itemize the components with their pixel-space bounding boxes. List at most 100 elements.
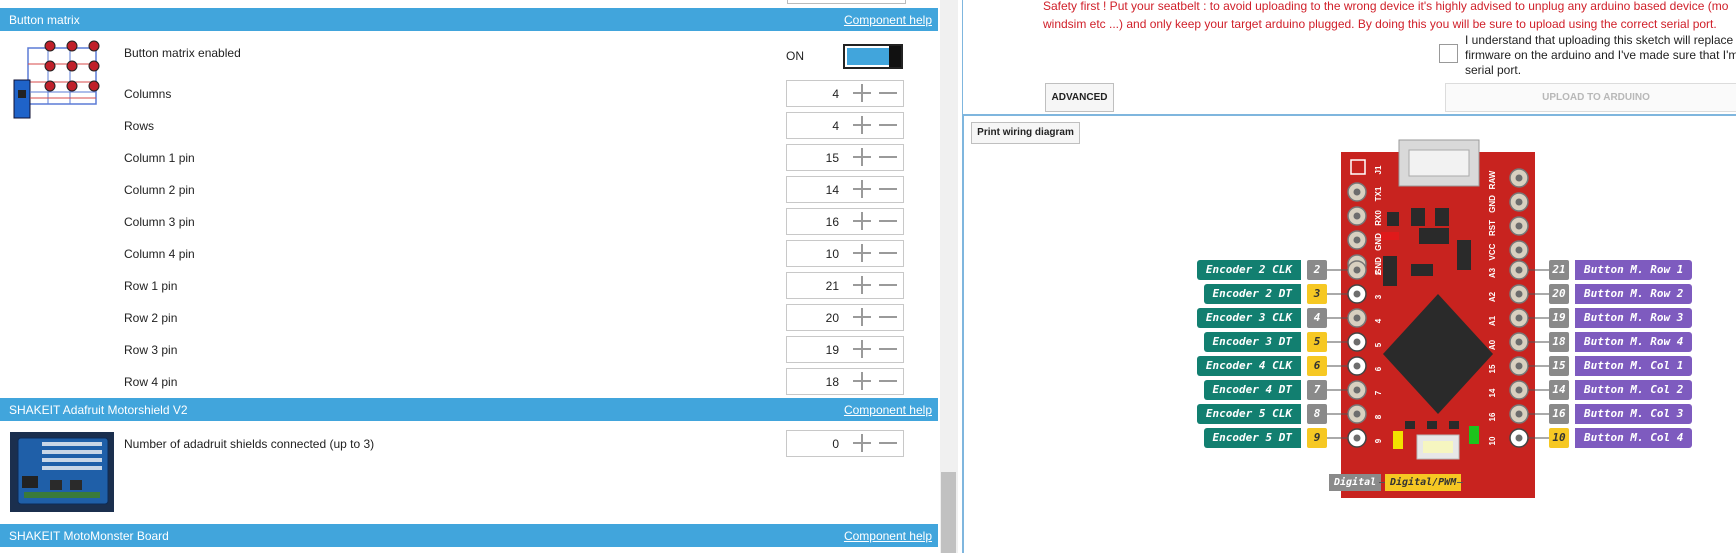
motorshield-thumbnail (10, 432, 114, 512)
legend-digital-pwm: Digital/PWM (1385, 474, 1462, 491)
silkscreen-label: A1 (1488, 315, 1497, 326)
rows-stepper[interactable]: 4 (786, 112, 904, 139)
row-2-pin-value[interactable]: 20 (826, 311, 839, 325)
decrement-icon[interactable] (879, 180, 897, 198)
silkscreen-label: 10 (1488, 436, 1497, 445)
right-pin-tag: 14 Button M. Col 2 (1549, 380, 1736, 400)
adafruit-count-label: Number of adadruit shields connected (up… (124, 437, 375, 451)
vertical-scrollbar[interactable] (940, 0, 958, 553)
decrement-icon[interactable] (879, 244, 897, 262)
increment-icon[interactable] (853, 308, 871, 326)
decrement-icon[interactable] (879, 372, 897, 390)
pin-number-badge: 16 (1549, 404, 1569, 424)
increment-icon[interactable] (853, 180, 871, 198)
motorshield-help-link[interactable]: Component help (844, 403, 932, 417)
row-2-pin-stepper[interactable]: 20 (786, 304, 904, 331)
column-3-pin-stepper[interactable]: 16 (786, 208, 904, 235)
silkscreen-label: 16 (1488, 412, 1497, 421)
decrement-icon[interactable] (879, 434, 897, 452)
silkscreen-label: VCC (1488, 243, 1497, 260)
button-matrix-toggle[interactable] (843, 44, 903, 69)
scrollbar-thumb[interactable] (941, 472, 956, 553)
warning-line: Safety first ! Put your seatbelt : to av… (1043, 0, 1729, 13)
row-2-pin-label: Row 2 pin (124, 311, 178, 325)
pin-hole-center (1353, 212, 1361, 220)
pin-number-badge: 20 (1549, 284, 1569, 304)
left-pin-tag: Encoder 3 CLK 4 (1135, 308, 1327, 328)
pin-hole-center (1515, 222, 1523, 230)
silkscreen-label: J1 (1374, 165, 1383, 174)
pin-number-badge: 5 (1307, 332, 1327, 352)
increment-icon[interactable] (853, 276, 871, 294)
increment-icon[interactable] (853, 212, 871, 230)
pin-hole-center (1353, 266, 1361, 274)
row-1-pin-stepper[interactable]: 21 (786, 272, 904, 299)
column-1-pin-value[interactable]: 15 (826, 151, 839, 165)
decrement-icon[interactable] (879, 308, 897, 326)
column-3-pin-value[interactable]: 16 (826, 215, 839, 229)
motomonster-help-link[interactable]: Component help (844, 529, 932, 543)
motorshield-header: SHAKEIT Adafruit Motorshield V2 Componen… (0, 398, 938, 421)
silkscreen-label: 5 (1374, 342, 1383, 347)
left-pin-tag: Encoder 4 CLK 6 (1135, 356, 1327, 376)
pin-number-badge: 18 (1549, 332, 1569, 352)
pin-function-label: Button M. Row 4 (1575, 332, 1693, 352)
column-1-pin-stepper[interactable]: 15 (786, 144, 904, 171)
right-pin-tag: 18 Button M. Row 4 (1549, 332, 1736, 352)
decrement-icon[interactable] (879, 84, 897, 102)
pin-hole-center (1515, 246, 1523, 254)
confirm-checkbox[interactable] (1439, 44, 1458, 63)
column-3-pin-label: Column 3 pin (124, 215, 195, 229)
decrement-icon[interactable] (879, 276, 897, 294)
increment-icon[interactable] (853, 116, 871, 134)
pin-hole-center (1353, 314, 1361, 322)
silkscreen-label: TX1 (1374, 186, 1383, 201)
right-pin-tag: 19 Button M. Row 3 (1549, 308, 1736, 328)
decrement-icon[interactable] (879, 340, 897, 358)
decrement-icon[interactable] (879, 148, 897, 166)
pin-hole-center (1353, 338, 1361, 346)
pin-function-label: Encoder 2 CLK (1196, 260, 1301, 280)
advanced-button[interactable]: ADVANCED (1045, 83, 1114, 112)
row-3-pin-label: Row 3 pin (124, 343, 178, 357)
pin-number-badge: 3 (1307, 284, 1327, 304)
pin-number-badge: 15 (1549, 356, 1569, 376)
left-pin-tag: Encoder 5 DT 9 (1135, 428, 1327, 448)
left-pin-tag: Encoder 4 DT 7 (1135, 380, 1327, 400)
decrement-icon[interactable] (879, 116, 897, 134)
adafruit-count-stepper[interactable]: 0 (786, 430, 904, 457)
pin-hole-center (1353, 188, 1361, 196)
pin-function-label: Button M. Row 2 (1575, 284, 1693, 304)
silkscreen-label: 8 (1374, 414, 1383, 419)
increment-icon[interactable] (853, 148, 871, 166)
pin-hole-center (1515, 362, 1523, 370)
pin-function-label: Button M. Col 4 (1575, 428, 1693, 448)
column-4-pin-value[interactable]: 10 (826, 247, 839, 261)
button-matrix-help-link[interactable]: Component help (844, 13, 932, 27)
button-matrix-enabled-label: Button matrix enabled (124, 46, 241, 60)
increment-icon[interactable] (853, 372, 871, 390)
adafruit-count-value[interactable]: 0 (832, 437, 839, 451)
pin-hole-center (1515, 386, 1523, 394)
row-4-pin-stepper[interactable]: 18 (786, 368, 904, 395)
column-2-pin-value[interactable]: 14 (826, 183, 839, 197)
row-4-pin-label: Row 4 pin (124, 375, 178, 389)
row-4-pin-value[interactable]: 18 (826, 375, 839, 389)
left-pin-tag: Encoder 2 DT 3 (1135, 284, 1327, 304)
decrement-icon[interactable] (879, 212, 897, 230)
left-pin-tag: Encoder 5 CLK 8 (1135, 404, 1327, 424)
increment-icon[interactable] (853, 434, 871, 452)
increment-icon[interactable] (853, 244, 871, 262)
row-3-pin-stepper[interactable]: 19 (786, 336, 904, 363)
increment-icon[interactable] (853, 84, 871, 102)
row-1-pin-value[interactable]: 21 (826, 279, 839, 293)
columns-stepper[interactable]: 4 (786, 80, 904, 107)
rows-value[interactable]: 4 (832, 119, 839, 133)
increment-icon[interactable] (853, 340, 871, 358)
upload-to-arduino-button[interactable]: UPLOAD TO ARDUINO (1445, 83, 1736, 112)
pin-function-label: Encoder 4 CLK (1196, 356, 1301, 376)
columns-value[interactable]: 4 (832, 87, 839, 101)
row-3-pin-value[interactable]: 19 (826, 343, 839, 357)
column-2-pin-stepper[interactable]: 14 (786, 176, 904, 203)
column-4-pin-stepper[interactable]: 10 (786, 240, 904, 267)
